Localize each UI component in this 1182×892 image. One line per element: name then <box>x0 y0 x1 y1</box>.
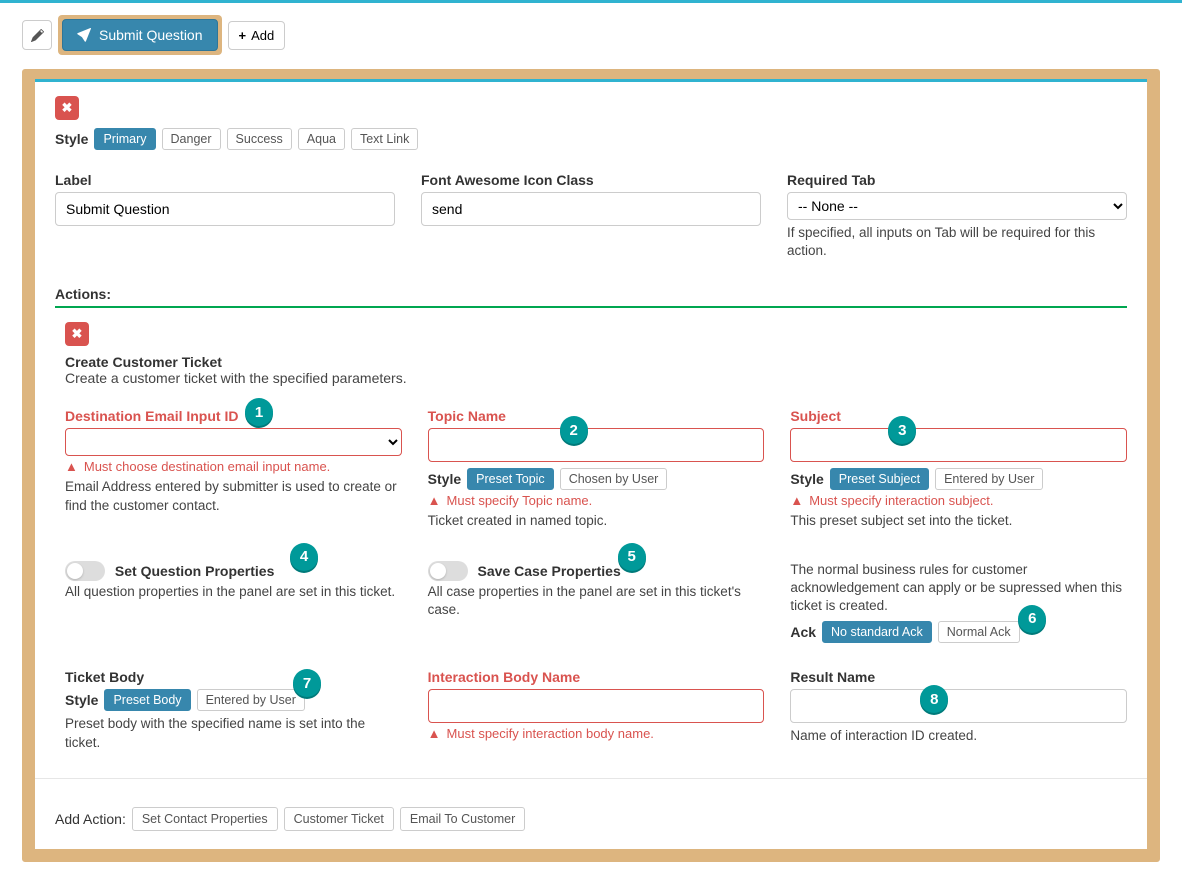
close-icon: ✖ <box>72 326 83 342</box>
submit-question-button[interactable]: Submit Question <box>62 19 218 51</box>
actions-heading: Actions: <box>55 286 1127 302</box>
style-option-primary[interactable]: Primary <box>94 128 155 150</box>
close-icon: ✖ <box>62 100 73 116</box>
save-case-props-help: All case properties in the panel are set… <box>428 583 765 619</box>
send-icon <box>77 28 91 42</box>
main-config-panel: ✖ Style Primary Danger Success Aqua Text… <box>22 69 1160 862</box>
annotation-badge: 2 <box>560 416 588 444</box>
required-tab-select[interactable]: -- None -- <box>787 192 1127 220</box>
actions-divider-line <box>55 306 1127 308</box>
topic-name-input[interactable] <box>428 428 765 462</box>
annotation-badge: 4 <box>290 543 318 571</box>
ticket-body-label: Ticket Body <box>65 669 402 685</box>
required-tab-label: Required Tab <box>787 172 1127 188</box>
delete-button-top[interactable]: ✖ <box>55 96 79 120</box>
edit-button[interactable] <box>22 20 52 50</box>
header-row: Submit Question + Add <box>22 15 1160 55</box>
save-case-props-toggle[interactable] <box>428 561 468 581</box>
interaction-body-input[interactable] <box>428 689 765 723</box>
required-tab-help: If specified, all inputs on Tab will be … <box>787 224 1127 260</box>
add-action-contact[interactable]: Set Contact Properties <box>132 807 278 831</box>
ack-pill-nostd[interactable]: No standard Ack <box>822 621 932 643</box>
dest-email-label: Destination Email Input ID <box>65 408 402 424</box>
subject-label: Subject <box>790 408 1127 424</box>
set-question-props-toggle[interactable] <box>65 561 105 581</box>
set-question-props-help: All question properties in the panel are… <box>65 583 402 601</box>
delete-action-button[interactable]: ✖ <box>65 322 89 346</box>
save-case-props-label: Save Case Properties <box>478 563 621 579</box>
add-action-label: Add Action: <box>55 811 126 827</box>
set-question-props-label: Set Question Properties <box>115 563 274 579</box>
dest-email-error: ▲ Must choose destination email input na… <box>65 459 402 474</box>
submit-question-wrap: Submit Question <box>58 15 222 55</box>
subject-input[interactable] <box>790 428 1127 462</box>
style-option-danger[interactable]: Danger <box>162 128 221 150</box>
pencil-icon <box>31 29 44 42</box>
warning-icon: ▲ <box>428 493 441 508</box>
icon-class-label: Font Awesome Icon Class <box>421 172 761 188</box>
subject-error: ▲ Must specify interaction subject. <box>790 493 1127 508</box>
warning-icon: ▲ <box>65 459 78 474</box>
label-field-label: Label <box>55 172 395 188</box>
subject-pill-preset[interactable]: Preset Subject <box>830 468 929 490</box>
topic-pill-preset[interactable]: Preset Topic <box>467 468 554 490</box>
annotation-badge: 6 <box>1018 605 1046 633</box>
dest-email-select[interactable] <box>65 428 402 456</box>
ticket-body-pill-user[interactable]: Entered by User <box>197 689 305 711</box>
topic-style-label: Style <box>428 471 461 487</box>
ack-help: The normal business rules for customer a… <box>790 561 1127 616</box>
add-action-row: Add Action: Set Contact Properties Custo… <box>35 793 1147 837</box>
action-title: Create Customer Ticket <box>65 354 1127 370</box>
style-label: Style <box>55 131 88 147</box>
top-accent-bar <box>0 0 1182 3</box>
submit-question-label: Submit Question <box>99 27 203 43</box>
dest-email-help: Email Address entered by submitter is us… <box>65 478 402 514</box>
action-subtitle: Create a customer ticket with the specif… <box>65 370 1127 386</box>
label-input[interactable] <box>55 192 395 226</box>
style-option-aqua[interactable]: Aqua <box>298 128 345 150</box>
result-name-input[interactable] <box>790 689 1127 723</box>
warning-icon: ▲ <box>790 493 803 508</box>
ticket-body-help: Preset body with the specified name is s… <box>65 715 402 751</box>
subject-style-label: Style <box>790 471 823 487</box>
subject-help: This preset subject set into the ticket. <box>790 512 1127 530</box>
ack-label: Ack <box>790 624 816 640</box>
interaction-body-label: Interaction Body Name <box>428 669 765 685</box>
warning-icon: ▲ <box>428 726 441 741</box>
ack-pill-normal[interactable]: Normal Ack <box>938 621 1020 643</box>
topic-help: Ticket created in named topic. <box>428 512 765 530</box>
topic-error: ▲ Must specify Topic name. <box>428 493 765 508</box>
result-name-label: Result Name <box>790 669 1127 685</box>
add-action-email[interactable]: Email To Customer <box>400 807 525 831</box>
add-button[interactable]: + Add <box>228 21 286 50</box>
annotation-badge: 5 <box>618 543 646 571</box>
style-option-success[interactable]: Success <box>227 128 292 150</box>
interaction-body-error: ▲ Must specify interaction body name. <box>428 726 765 741</box>
topic-name-label: Topic Name <box>428 408 765 424</box>
add-action-ticket[interactable]: Customer Ticket <box>284 807 394 831</box>
ticket-body-pill-preset[interactable]: Preset Body <box>104 689 190 711</box>
ticket-body-style-label: Style <box>65 692 98 708</box>
plus-icon: + <box>239 28 247 43</box>
add-button-label: Add <box>251 28 274 43</box>
icon-class-input[interactable] <box>421 192 761 226</box>
divider <box>35 778 1147 779</box>
result-name-help: Name of interaction ID created. <box>790 727 1127 745</box>
topic-pill-user[interactable]: Chosen by User <box>560 468 668 490</box>
style-selector-row: Style Primary Danger Success Aqua Text L… <box>55 128 1127 150</box>
style-option-textlink[interactable]: Text Link <box>351 128 418 150</box>
subject-pill-user[interactable]: Entered by User <box>935 468 1043 490</box>
